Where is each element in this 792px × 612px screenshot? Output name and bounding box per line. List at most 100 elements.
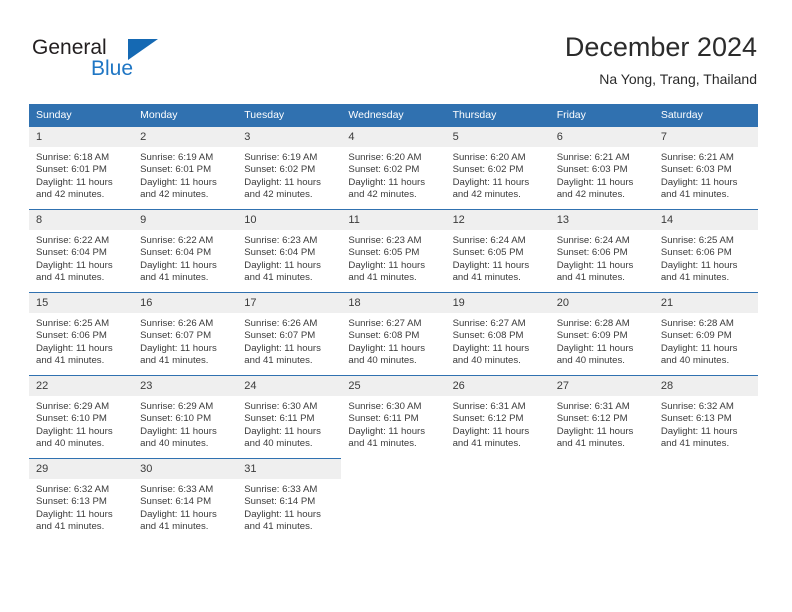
- calendar-day-cell[interactable]: 28 Sunrise: 6:32 AM Sunset: 6:13 PM Dayligh…: [653, 375, 758, 458]
- sunrise-text: Sunrise: 6:30 AM: [348, 401, 422, 412]
- calendar-day[interactable]: 2 Sunrise: 6:19 AM Sunset: 6:01 PM Daylight…: [133, 126, 238, 209]
- calendar-week-row: 8 Sunrise: 6:22 AM Sunset: 6:04 PM Daylight…: [29, 209, 758, 292]
- daylight-text: Daylight: 11 hours and 41 minutes.: [36, 342, 113, 367]
- sunset-text: Sunset: 6:04 PM: [244, 247, 316, 259]
- calendar-day[interactable]: 7 Sunrise: 6:21 AM Sunset: 6:03 PM Daylight…: [653, 126, 758, 209]
- calendar-day-cell[interactable]: 12 Sunrise: 6:24 AM Sunset: 6:05 PM Dayligh…: [445, 209, 550, 292]
- calendar-day-cell[interactable]: 19 Sunrise: 6:27 AM Sunset: 6:08 PM Dayligh…: [445, 292, 550, 375]
- sunrise-text: Sunrise: 6:33 AM: [140, 484, 214, 495]
- calendar-day[interactable]: 25 Sunrise: 6:30 AM Sunset: 6:11 PM Dayligh…: [341, 375, 446, 458]
- calendar-day-cell[interactable]: 26 Sunrise: 6:31 AM Sunset: 6:12 PM Dayligh…: [445, 375, 550, 458]
- calendar-day-cell[interactable]: 18 Sunrise: 6:27 AM Sunset: 6:08 PM Dayligh…: [341, 292, 446, 375]
- calendar-day-cell[interactable]: 11 Sunrise: 6:23 AM Sunset: 6:05 PM Dayligh…: [341, 209, 446, 292]
- calendar-day-cell[interactable]: [341, 458, 445, 541]
- calendar-day-cell[interactable]: 9 Sunrise: 6:22 AM Sunset: 6:04 PM Daylight…: [133, 209, 238, 292]
- calendar-day[interactable]: 4 Sunrise: 6:20 AM Sunset: 6:02 PM Daylight…: [341, 126, 446, 209]
- calendar-day-cell[interactable]: 24 Sunrise: 6:30 AM Sunset: 6:11 PM Dayligh…: [237, 375, 342, 458]
- calendar-day[interactable]: 21 Sunrise: 6:28 AM Sunset: 6:09 PM Dayligh…: [653, 292, 758, 375]
- day-details: Sunrise: 6:33 AM Sunset: 6:14 PM Daylight:…: [237, 479, 341, 534]
- calendar-day-cell[interactable]: 3 Sunrise: 6:19 AM Sunset: 6:02 PM Daylight…: [237, 126, 342, 209]
- weekday-header-sunday: Sunday: [29, 104, 134, 126]
- calendar-day-cell[interactable]: 20 Sunrise: 6:28 AM Sunset: 6:09 PM Dayligh…: [549, 292, 654, 375]
- daylight-text: Daylight: 11 hours and 40 minutes.: [556, 342, 634, 367]
- calendar-day[interactable]: 6 Sunrise: 6:21 AM Sunset: 6:03 PM Daylight…: [549, 126, 654, 209]
- calendar-day-empty: [446, 458, 550, 541]
- calendar-day-cell[interactable]: 15 Sunrise: 6:25 AM Sunset: 6:06 PM Dayligh…: [29, 292, 134, 375]
- calendar-week-row: 15 Sunrise: 6:25 AM Sunset: 6:06 PM Dayligh…: [29, 292, 758, 375]
- calendar-day[interactable]: 1 Sunrise: 6:18 AM Sunset: 6:01 PM Daylight…: [29, 126, 134, 209]
- sunrise-text: Sunrise: 6:31 AM: [556, 401, 630, 412]
- calendar-day-cell[interactable]: 2 Sunrise: 6:19 AM Sunset: 6:01 PM Daylight…: [133, 126, 238, 209]
- calendar-day[interactable]: 27 Sunrise: 6:31 AM Sunset: 6:12 PM Dayligh…: [549, 375, 654, 458]
- calendar-day[interactable]: 11 Sunrise: 6:23 AM Sunset: 6:05 PM Dayligh…: [341, 209, 446, 292]
- calendar-day[interactable]: 20 Sunrise: 6:28 AM Sunset: 6:09 PM Dayligh…: [549, 292, 654, 375]
- calendar-day-cell[interactable]: 1 Sunrise: 6:18 AM Sunset: 6:01 PM Daylight…: [29, 126, 134, 209]
- calendar-day[interactable]: 18 Sunrise: 6:27 AM Sunset: 6:08 PM Dayligh…: [341, 292, 446, 375]
- calendar-day[interactable]: 16 Sunrise: 6:26 AM Sunset: 6:07 PM Dayligh…: [133, 292, 238, 375]
- sunset-text: Sunset: 6:09 PM: [660, 330, 732, 342]
- day-details: Sunrise: 6:20 AM Sunset: 6:02 PM Daylight:…: [446, 147, 550, 202]
- calendar-day[interactable]: 30 Sunrise: 6:33 AM Sunset: 6:14 PM Dayligh…: [133, 458, 238, 541]
- calendar-day-cell[interactable]: 30 Sunrise: 6:33 AM Sunset: 6:14 PM Dayligh…: [133, 458, 238, 541]
- daylight-text: Daylight: 11 hours and 40 minutes.: [660, 342, 738, 367]
- calendar-day[interactable]: 23 Sunrise: 6:29 AM Sunset: 6:10 PM Dayligh…: [133, 375, 238, 458]
- daylight-text: Daylight: 11 hours and 40 minutes.: [348, 342, 426, 367]
- calendar-day-cell[interactable]: 25 Sunrise: 6:30 AM Sunset: 6:11 PM Dayligh…: [341, 375, 446, 458]
- calendar-day-cell[interactable]: 8 Sunrise: 6:22 AM Sunset: 6:04 PM Daylight…: [29, 209, 134, 292]
- calendar-day-cell[interactable]: 5 Sunrise: 6:20 AM Sunset: 6:02 PM Daylight…: [445, 126, 550, 209]
- sunrise-text: Sunrise: 6:25 AM: [36, 318, 110, 329]
- calendar-day[interactable]: 24 Sunrise: 6:30 AM Sunset: 6:11 PM Dayligh…: [237, 375, 342, 458]
- calendar-week-row: 22 Sunrise: 6:29 AM Sunset: 6:10 PM Dayligh…: [29, 375, 758, 458]
- calendar-day[interactable]: 8 Sunrise: 6:22 AM Sunset: 6:04 PM Daylight…: [29, 209, 134, 292]
- calendar-day[interactable]: 13 Sunrise: 6:24 AM Sunset: 6:06 PM Dayligh…: [549, 209, 654, 292]
- calendar-day-cell[interactable]: 7 Sunrise: 6:21 AM Sunset: 6:03 PM Daylight…: [653, 126, 758, 209]
- day-number: 11: [341, 210, 446, 230]
- day-number: 22: [29, 376, 134, 396]
- calendar-day[interactable]: 31 Sunrise: 6:33 AM Sunset: 6:14 PM Dayligh…: [237, 458, 342, 541]
- calendar-day[interactable]: 12 Sunrise: 6:24 AM Sunset: 6:05 PM Dayligh…: [445, 209, 550, 292]
- sunset-text: Sunset: 6:02 PM: [348, 164, 420, 176]
- calendar-day-cell[interactable]: 6 Sunrise: 6:21 AM Sunset: 6:03 PM Daylight…: [549, 126, 654, 209]
- day-number: 28: [653, 376, 758, 396]
- calendar-day[interactable]: 10 Sunrise: 6:23 AM Sunset: 6:04 PM Dayligh…: [237, 209, 342, 292]
- day-details: Sunrise: 6:26 AM Sunset: 6:07 PM Daylight:…: [237, 313, 341, 368]
- calendar-day-cell[interactable]: 14 Sunrise: 6:25 AM Sunset: 6:06 PM Dayligh…: [653, 209, 758, 292]
- calendar-day[interactable]: 14 Sunrise: 6:25 AM Sunset: 6:06 PM Dayligh…: [653, 209, 758, 292]
- day-number: 12: [445, 210, 550, 230]
- calendar-day-cell[interactable]: [446, 458, 550, 541]
- calendar-day-cell[interactable]: [550, 458, 654, 541]
- calendar-day[interactable]: 15 Sunrise: 6:25 AM Sunset: 6:06 PM Dayligh…: [29, 292, 134, 375]
- general-blue-logo[interactable]: General Blue: [32, 36, 167, 84]
- calendar-day-cell[interactable]: 13 Sunrise: 6:24 AM Sunset: 6:06 PM Dayligh…: [549, 209, 654, 292]
- calendar-day-cell[interactable]: 10 Sunrise: 6:23 AM Sunset: 6:04 PM Dayligh…: [237, 209, 342, 292]
- day-details: Sunrise: 6:26 AM Sunset: 6:07 PM Daylight:…: [133, 313, 237, 368]
- calendar-day-cell[interactable]: [654, 458, 758, 541]
- calendar-day-cell[interactable]: 21 Sunrise: 6:28 AM Sunset: 6:09 PM Dayligh…: [653, 292, 758, 375]
- calendar-day-cell[interactable]: 16 Sunrise: 6:26 AM Sunset: 6:07 PM Dayligh…: [133, 292, 238, 375]
- calendar-day[interactable]: 9 Sunrise: 6:22 AM Sunset: 6:04 PM Daylight…: [133, 209, 238, 292]
- calendar-week-row: 29 Sunrise: 6:32 AM Sunset: 6:13 PM Dayligh…: [29, 458, 758, 541]
- sunrise-text: Sunrise: 6:32 AM: [660, 401, 734, 412]
- calendar-day[interactable]: 26 Sunrise: 6:31 AM Sunset: 6:12 PM Dayligh…: [445, 375, 550, 458]
- calendar-day-cell[interactable]: 31 Sunrise: 6:33 AM Sunset: 6:14 PM Dayligh…: [237, 458, 342, 541]
- calendar-day-cell[interactable]: 4 Sunrise: 6:20 AM Sunset: 6:02 PM Daylight…: [341, 126, 446, 209]
- calendar-day-cell[interactable]: 29 Sunrise: 6:32 AM Sunset: 6:13 PM Dayligh…: [29, 458, 134, 541]
- page-title: December 2024: [564, 32, 757, 62]
- day-details: Sunrise: 6:18 AM Sunset: 6:01 PM Daylight:…: [29, 147, 133, 202]
- day-number: 14: [653, 210, 758, 230]
- calendar-day-cell[interactable]: 17 Sunrise: 6:26 AM Sunset: 6:07 PM Dayligh…: [237, 292, 342, 375]
- day-number: [654, 458, 758, 478]
- calendar-day[interactable]: 22 Sunrise: 6:29 AM Sunset: 6:10 PM Dayligh…: [29, 375, 134, 458]
- calendar-day[interactable]: 17 Sunrise: 6:26 AM Sunset: 6:07 PM Dayligh…: [237, 292, 342, 375]
- calendar-day-cell[interactable]: 27 Sunrise: 6:31 AM Sunset: 6:12 PM Dayligh…: [549, 375, 654, 458]
- daylight-text: Daylight: 11 hours and 41 minutes.: [660, 176, 738, 201]
- calendar-day[interactable]: 29 Sunrise: 6:32 AM Sunset: 6:13 PM Dayligh…: [29, 458, 134, 541]
- calendar-day[interactable]: 19 Sunrise: 6:27 AM Sunset: 6:08 PM Dayligh…: [445, 292, 550, 375]
- calendar-day-cell[interactable]: 23 Sunrise: 6:29 AM Sunset: 6:10 PM Dayligh…: [133, 375, 238, 458]
- calendar-day[interactable]: 28 Sunrise: 6:32 AM Sunset: 6:13 PM Dayligh…: [653, 375, 758, 458]
- daylight-text: Daylight: 11 hours and 41 minutes.: [36, 508, 113, 533]
- calendar-day[interactable]: 5 Sunrise: 6:20 AM Sunset: 6:02 PM Daylight…: [445, 126, 550, 209]
- calendar-day-cell[interactable]: 22 Sunrise: 6:29 AM Sunset: 6:10 PM Dayligh…: [29, 375, 134, 458]
- calendar-day[interactable]: 3 Sunrise: 6:19 AM Sunset: 6:02 PM Daylight…: [237, 126, 342, 209]
- day-details: Sunrise: 6:23 AM Sunset: 6:04 PM Daylight:…: [237, 230, 341, 285]
